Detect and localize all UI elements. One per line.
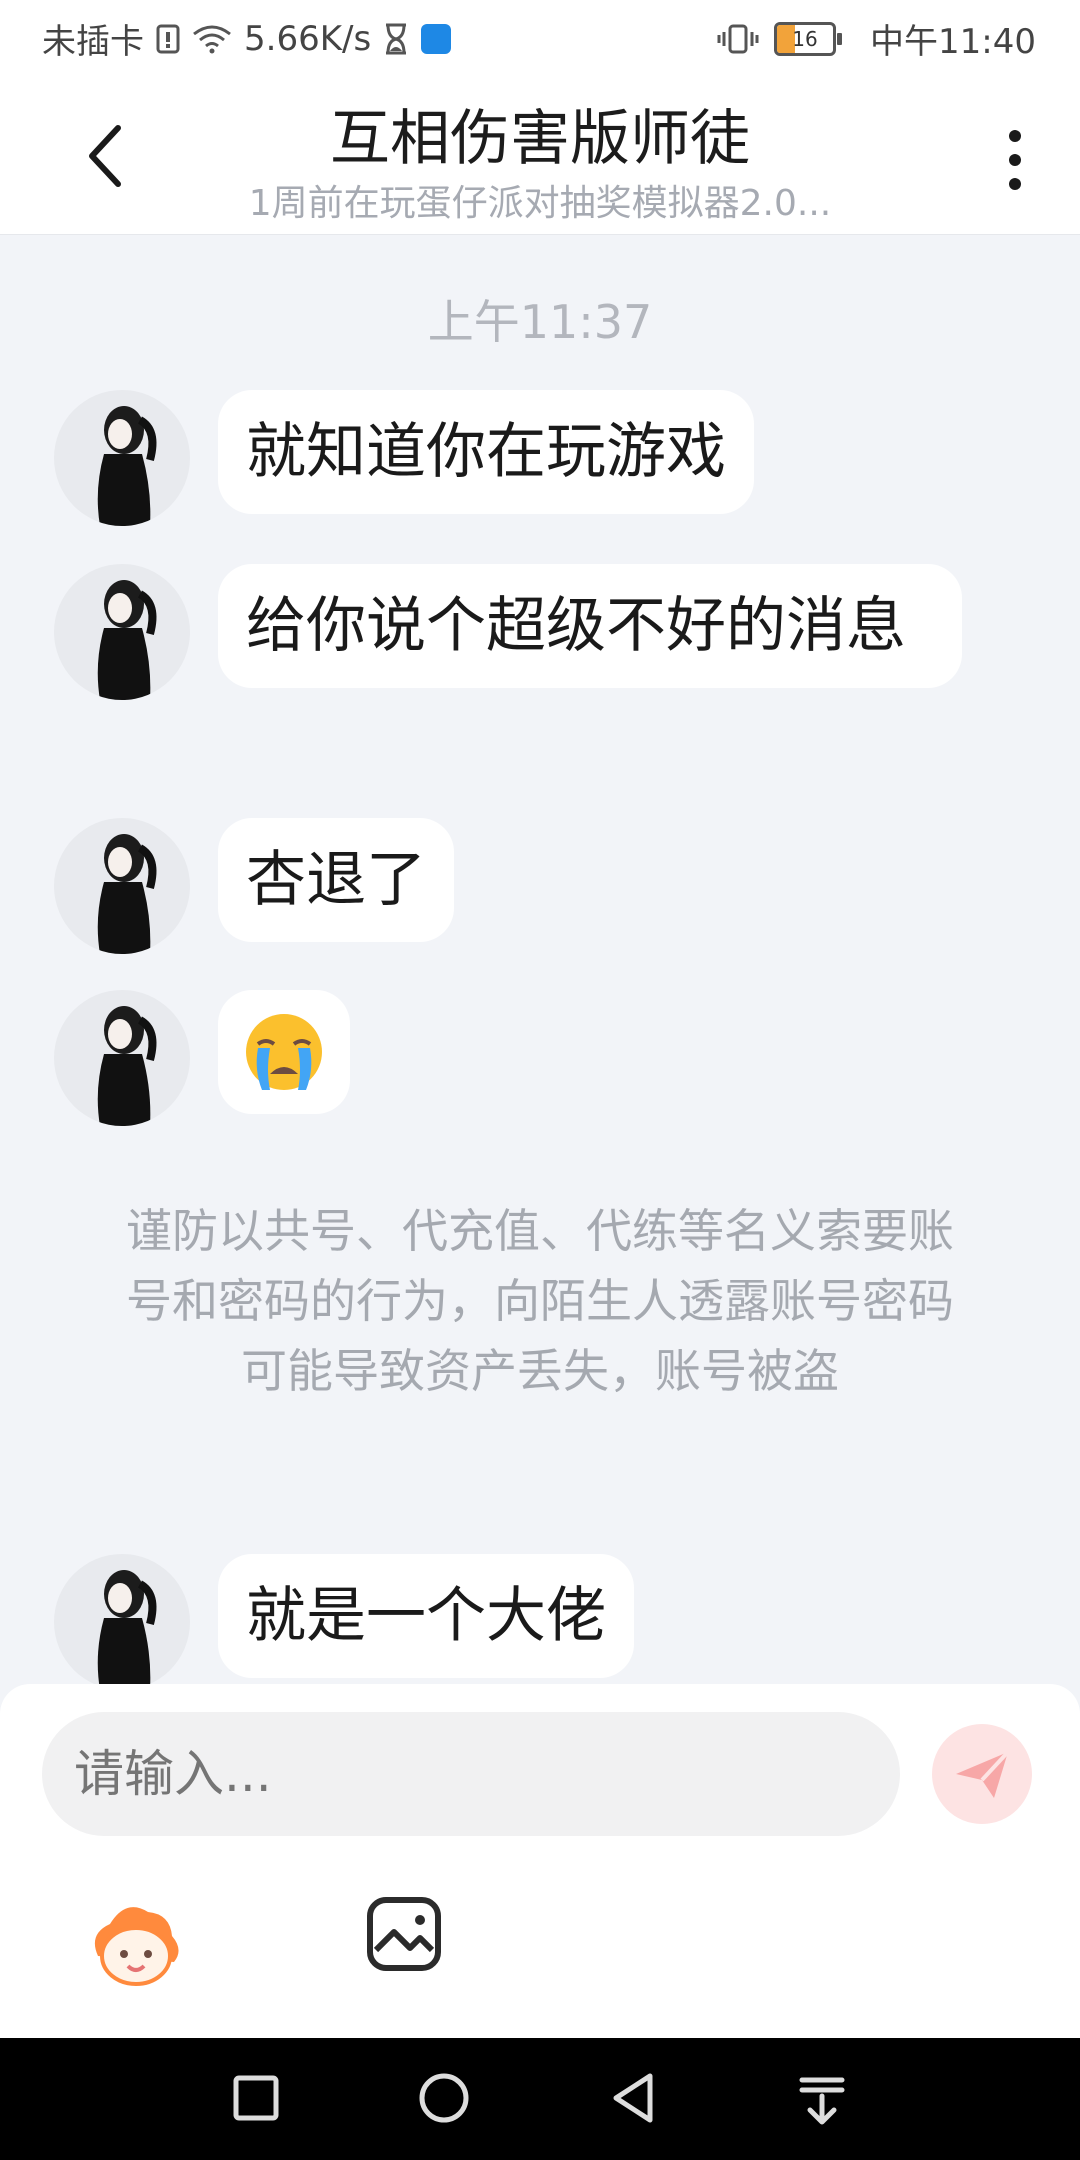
battery-icon: 16 (774, 21, 843, 56)
square-icon[interactable] (226, 2068, 286, 2128)
message-list[interactable]: 上午11:37 就知道你在玩游戏 给你说个超级不好的消息 杏退了 谨防以共号、代… (0, 234, 1080, 1690)
vibrate-icon (717, 24, 759, 53)
avatar-figure-icon (97, 406, 157, 526)
notification-pull-icon[interactable] (792, 2068, 852, 2128)
message-timestamp: 上午11:37 (427, 295, 653, 349)
emoji-icon[interactable] (86, 1894, 186, 1994)
avatar-figure-icon (97, 1570, 157, 1690)
status-left: 未插卡 5.66K/s (42, 14, 452, 63)
message-bubble[interactable]: 给你说个超级不好的消息 (218, 564, 962, 688)
battery-level: 16 (792, 26, 818, 51)
send-button[interactable] (932, 1724, 1032, 1824)
chat-title: 互相伤害版师徒 (330, 104, 750, 174)
clock: 中午11:40 (870, 22, 1036, 62)
status-bar: 未插卡 5.66K/s 16 中午11:40 (0, 0, 1080, 76)
network-speed: 5.66K/s (244, 18, 372, 59)
wifi-icon (193, 25, 231, 53)
image-icon[interactable] (366, 1896, 442, 1972)
message-bubble[interactable]: 杏退了 (218, 818, 454, 942)
avatar[interactable] (54, 990, 190, 1126)
avatar[interactable] (54, 564, 190, 700)
carrier-text: 未插卡 (42, 22, 144, 62)
message-input[interactable] (42, 1712, 900, 1836)
shield-icon (421, 23, 452, 54)
avatar-figure-icon (97, 834, 157, 954)
hourglass-icon (386, 23, 407, 54)
composer-panel (0, 1684, 1080, 2038)
message-bubble[interactable]: 就知道你在玩游戏 (218, 390, 754, 514)
triangle-icon[interactable] (604, 2068, 664, 2128)
chat-subtitle: 1周前在玩蛋仔派对抽奖模拟器2.0... (248, 183, 832, 224)
send-icon (956, 1750, 1010, 1798)
avatar[interactable] (54, 1554, 190, 1690)
emoji-bubble[interactable]: 😭 (218, 990, 350, 1114)
system-nav-bar (0, 2038, 1080, 2160)
chat-header: 互相伤害版师徒 1周前在玩蛋仔派对抽奖模拟器2.0... (0, 76, 1080, 235)
message-bubble[interactable]: 就是一个大佬 (218, 1554, 634, 1678)
avatar[interactable] (54, 818, 190, 954)
circle-icon[interactable] (414, 2068, 474, 2128)
security-notice: 谨防以共号、代充值、代练等名义索要账号和密码的行为，向陌生人透露账号密码可能导致… (126, 1204, 954, 1398)
avatar-figure-icon (97, 580, 157, 700)
back-icon[interactable] (78, 116, 138, 196)
avatar-figure-icon (97, 1006, 157, 1126)
crying-emoji-icon (246, 1014, 322, 1090)
avatar[interactable] (54, 390, 190, 526)
more-icon[interactable] (1000, 120, 1030, 200)
status-right: 16 中午11:40 (716, 14, 1036, 63)
sim-icon (156, 24, 180, 53)
